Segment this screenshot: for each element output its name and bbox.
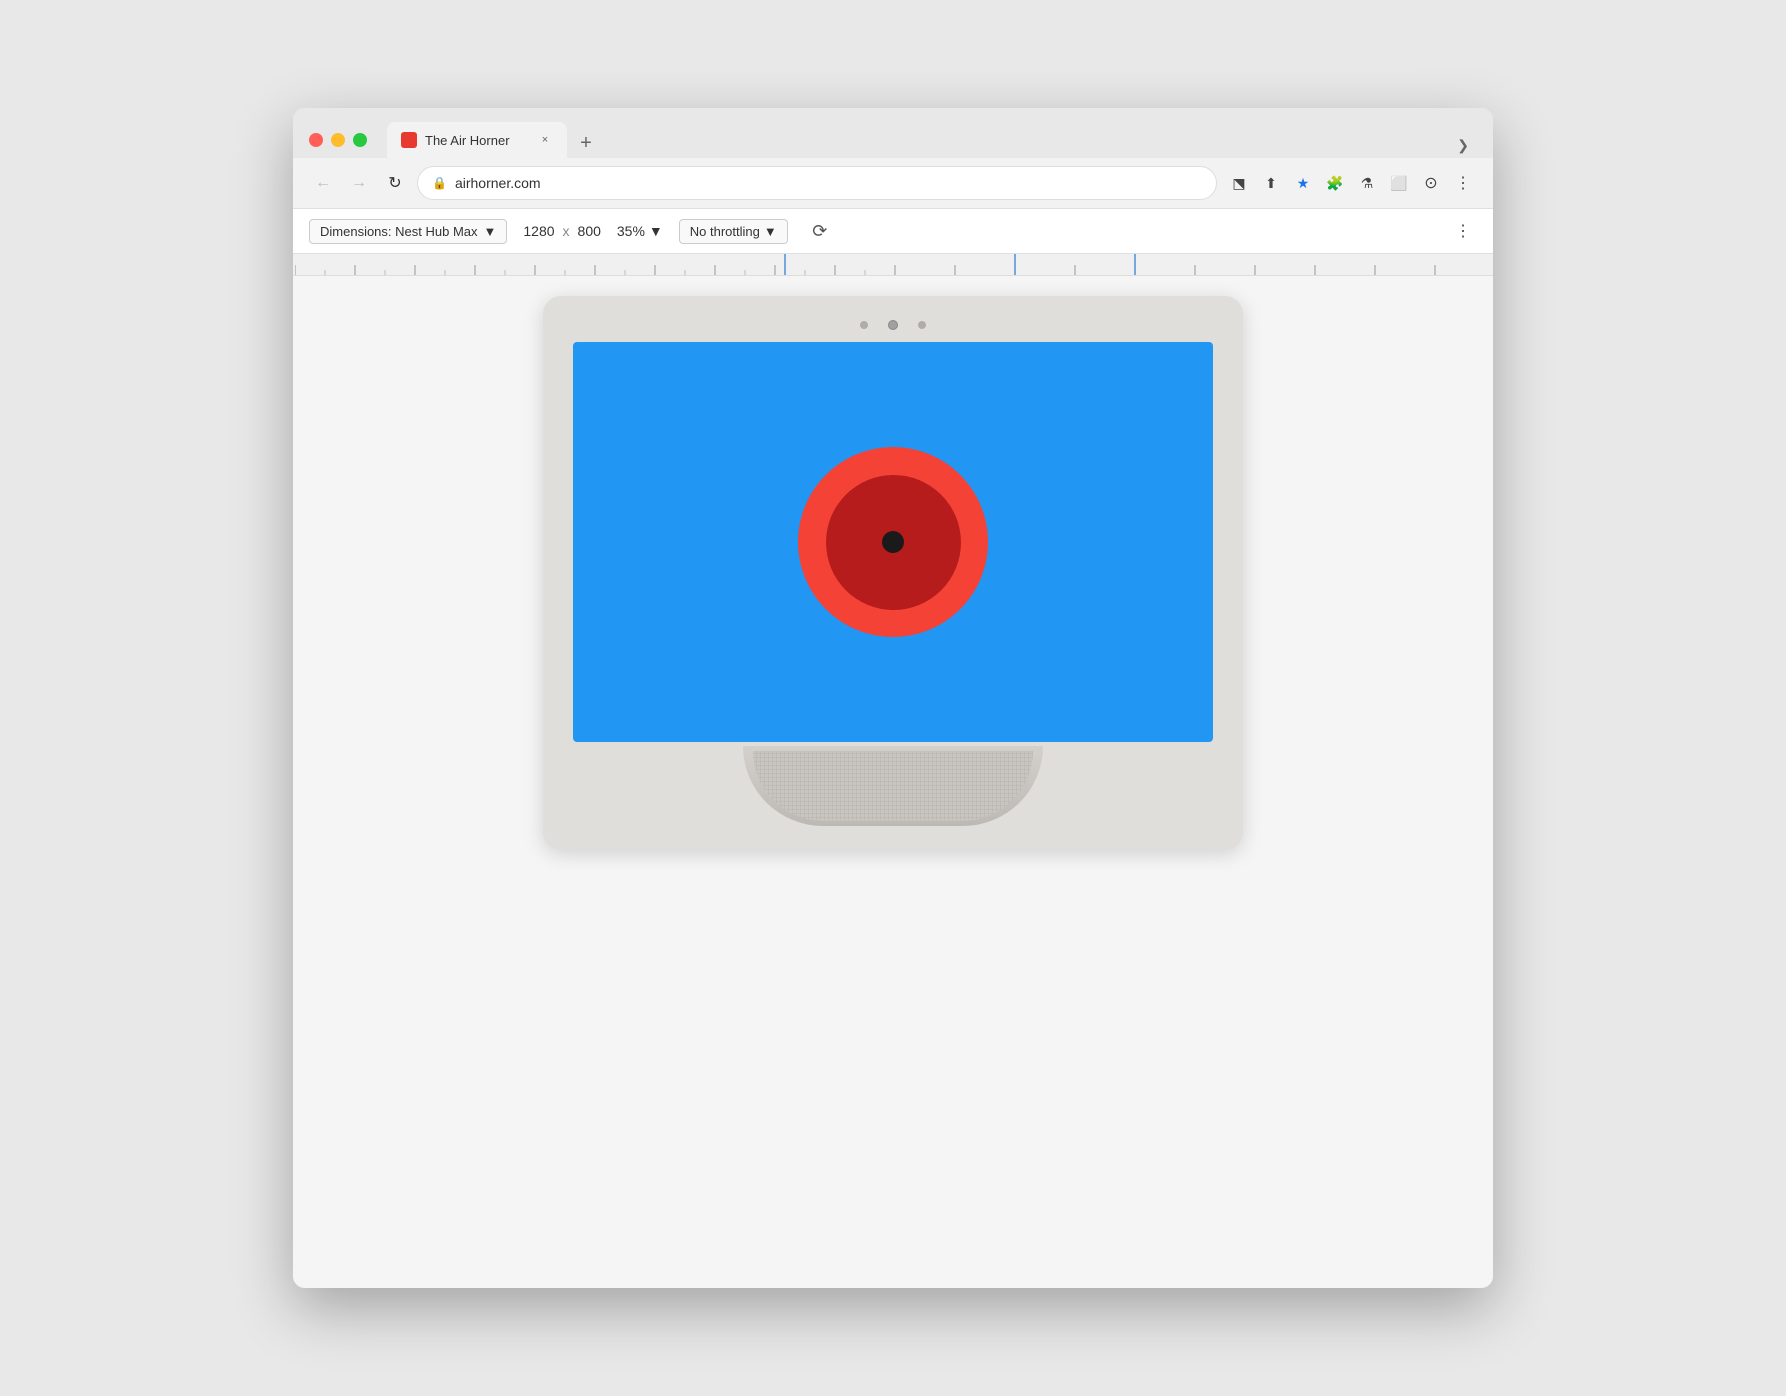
title-bar: The Air Horner × + ❯ xyxy=(293,108,1493,158)
device-led-left xyxy=(860,321,868,329)
new-tab-button[interactable]: + xyxy=(571,128,601,158)
url-display: airhorner.com xyxy=(455,175,1202,191)
device-frame xyxy=(543,296,1243,850)
ruler-svg: // Generated in CSS, skipping JS here — … xyxy=(295,254,1491,275)
traffic-lights xyxy=(309,133,367,147)
address-bar[interactable]: 🔒 airhorner.com xyxy=(417,166,1217,200)
split-view-button[interactable]: ⬜ xyxy=(1385,169,1413,197)
dimension-display: 1280 x 800 xyxy=(523,223,601,239)
device-selector-label: Dimensions: Nest Hub Max xyxy=(320,224,478,239)
zoom-level: 35% xyxy=(617,223,645,239)
horn-inner-ring xyxy=(826,475,961,610)
device-selector[interactable]: Dimensions: Nest Hub Max ▼ xyxy=(309,219,507,244)
tab-list-chevron[interactable]: ❯ xyxy=(1449,133,1477,158)
lab-icon: ⚗ xyxy=(1353,169,1381,197)
active-tab[interactable]: The Air Horner × xyxy=(387,122,567,158)
tab-bar: The Air Horner × + ❯ xyxy=(387,122,1477,158)
bookmark-button[interactable]: ★ xyxy=(1289,169,1317,197)
share-button[interactable]: ⬆ xyxy=(1257,169,1285,197)
air-horn-graphic[interactable] xyxy=(798,447,988,637)
maximize-button[interactable] xyxy=(353,133,367,147)
device-selector-chevron: ▼ xyxy=(484,224,497,239)
throttle-chevron: ▼ xyxy=(764,224,777,239)
device-base xyxy=(743,746,1043,826)
horn-outer-ring xyxy=(798,447,988,637)
browser-more-button[interactable]: ⋮ xyxy=(1449,169,1477,197)
device-base-texture xyxy=(753,751,1033,821)
zoom-chevron: ▼ xyxy=(649,223,663,239)
tab-title: The Air Horner xyxy=(425,133,529,148)
device-camera xyxy=(888,320,898,330)
viewport-width[interactable]: 1280 xyxy=(523,223,554,239)
horn-center-dot xyxy=(882,531,904,553)
rotate-button[interactable]: ⟳ xyxy=(804,215,836,247)
extensions-button[interactable]: 🧩 xyxy=(1321,169,1349,197)
reload-button[interactable]: ↻ xyxy=(381,169,409,197)
nav-bar: ← → ↻ 🔒 airhorner.com ⬔ ⬆ ★ 🧩 ⚗ ⬜ ⊙ ⋮ xyxy=(293,158,1493,208)
back-button[interactable]: ← xyxy=(309,169,337,197)
forward-button[interactable]: → xyxy=(345,169,373,197)
minimize-button[interactable] xyxy=(331,133,345,147)
lock-icon: 🔒 xyxy=(432,176,447,190)
open-new-tab-button[interactable]: ⬔ xyxy=(1225,169,1253,197)
ruler-bar: // Generated in CSS, skipping JS here — … xyxy=(293,254,1493,276)
device-toolbar: Dimensions: Nest Hub Max ▼ 1280 x 800 35… xyxy=(293,208,1493,254)
throttle-label: No throttling xyxy=(690,224,760,239)
viewport-area xyxy=(293,276,1493,1288)
device-led-right xyxy=(918,321,926,329)
toolbar-more-button[interactable]: ⋮ xyxy=(1449,217,1477,245)
viewport-height[interactable]: 800 xyxy=(578,223,601,239)
tab-favicon xyxy=(401,132,417,148)
dimension-x: x xyxy=(563,223,570,239)
profile-button[interactable]: ⊙ xyxy=(1417,169,1445,197)
throttle-selector[interactable]: No throttling ▼ xyxy=(679,219,788,244)
browser-action-icons: ⬔ ⬆ ★ 🧩 ⚗ ⬜ ⊙ ⋮ xyxy=(1225,169,1477,197)
device-screen[interactable] xyxy=(573,342,1213,742)
device-top-bar xyxy=(850,320,936,330)
close-button[interactable] xyxy=(309,133,323,147)
zoom-selector[interactable]: 35% ▼ xyxy=(617,223,663,239)
tab-close-button[interactable]: × xyxy=(537,132,553,148)
browser-window: The Air Horner × + ❯ ← → ↻ 🔒 airhorner.c… xyxy=(293,108,1493,1288)
